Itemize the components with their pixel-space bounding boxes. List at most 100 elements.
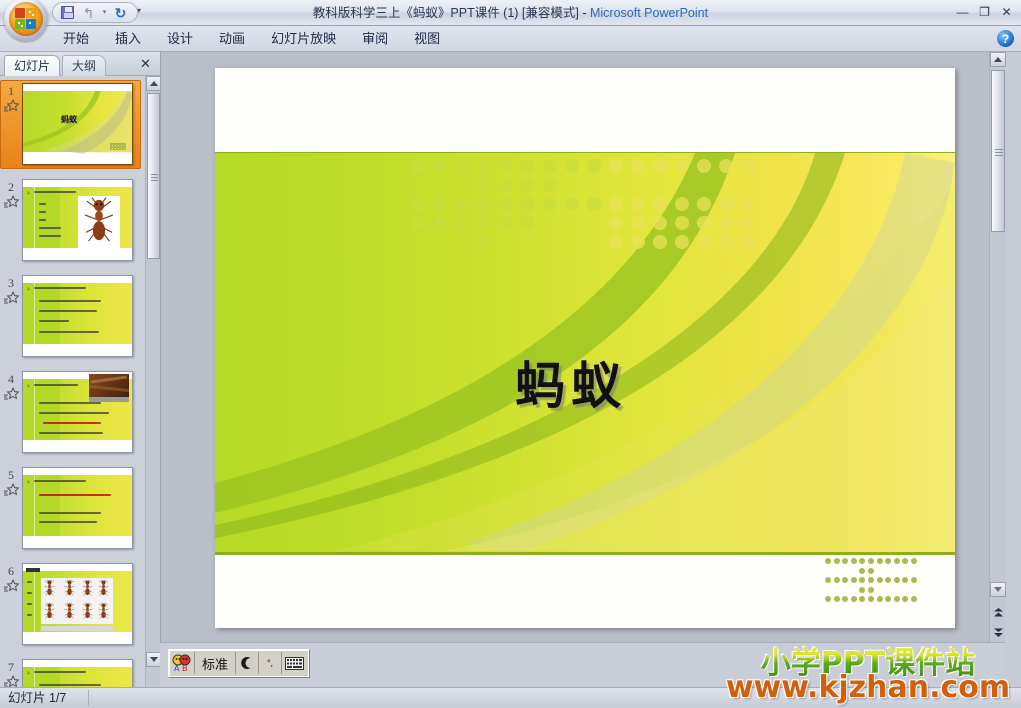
slide-thumbnail-1[interactable]: 1 蚂蚁 bbox=[0, 80, 145, 176]
ribbon-tab-1[interactable]: 插入 bbox=[102, 26, 154, 52]
save-icon bbox=[61, 6, 74, 19]
ime-logo-button[interactable]: A B bbox=[170, 651, 194, 675]
thumbnail-animation-icon bbox=[3, 98, 20, 113]
thumbnail-preview bbox=[22, 563, 133, 645]
thumbnail-animation-icon bbox=[3, 578, 20, 593]
ant-illustration bbox=[44, 602, 55, 619]
slide-thumbnail-3[interactable]: 3 1. bbox=[0, 272, 145, 368]
close-button[interactable]: ✕ bbox=[996, 3, 1017, 21]
thumbnail-number: 4 bbox=[8, 372, 14, 386]
window-title-document: 教科版科学三上《蚂蚁》PPT课件 (1) [兼容模式] bbox=[312, 6, 579, 20]
ribbon-tab-label: 设计 bbox=[167, 31, 194, 46]
window-title-separator: - bbox=[578, 6, 590, 20]
thumbnail-number: 6 bbox=[8, 564, 14, 578]
bottom-bar: A B 标准 °, bbox=[160, 642, 1005, 687]
redo-button[interactable]: ↻ bbox=[111, 4, 130, 21]
thumbnail-preview: 1. bbox=[22, 467, 133, 549]
thumbnail-preview: 1. bbox=[22, 179, 133, 261]
close-icon: ✕ bbox=[140, 55, 151, 71]
save-button[interactable] bbox=[58, 4, 77, 21]
ribbon-tab-label: 审阅 bbox=[362, 31, 389, 46]
punctuation-icon: °, bbox=[266, 658, 274, 668]
slide-stage: 蚂蚁 bbox=[161, 52, 990, 642]
ribbon-tab-3[interactable]: 动画 bbox=[206, 26, 258, 52]
ant-illustration bbox=[44, 579, 55, 596]
ant-illustration bbox=[82, 579, 93, 596]
thumbnail-number: 1 bbox=[8, 84, 14, 98]
ribbon-tab-6[interactable]: 视图 bbox=[401, 26, 453, 52]
slide-scrollbar-thumb[interactable] bbox=[991, 70, 1005, 232]
pane-tab-bar: 幻灯片 大纲 ✕ bbox=[0, 52, 160, 76]
ime-punctuation-button[interactable]: °, bbox=[259, 651, 281, 675]
window-controls: — ❐ ✕ bbox=[952, 3, 1017, 21]
ant-illustration bbox=[98, 602, 109, 619]
thumbnail-animation-icon bbox=[3, 674, 20, 687]
thumbnail-animation-icon bbox=[3, 386, 20, 401]
scroll-down-button[interactable] bbox=[146, 652, 161, 667]
quick-access-toolbar: ↰ ▾ ↻ bbox=[52, 2, 138, 23]
ime-language-bar[interactable]: A B 标准 °, bbox=[168, 649, 309, 677]
tab-slides[interactable]: 幻灯片 bbox=[4, 55, 61, 76]
ant-illustration bbox=[64, 602, 75, 619]
ant-illustration bbox=[98, 579, 109, 596]
thumbnail-preview: 蚂蚁 bbox=[22, 83, 133, 165]
next-slide-button[interactable] bbox=[990, 624, 1006, 640]
ribbon-tabs: 开始 插入 设计 动画 幻灯片放映 审阅 视图 bbox=[50, 26, 453, 52]
thumbnail-number: 2 bbox=[8, 180, 14, 194]
slide-editor-area: 蚂蚁 bbox=[160, 52, 1006, 687]
ime-logo-icon: A B bbox=[172, 654, 191, 672]
office-logo-icon bbox=[15, 8, 36, 29]
ribbon-tab-2[interactable]: 设计 bbox=[154, 26, 206, 52]
slide-corner-dot-decoration bbox=[825, 558, 917, 606]
slide-thumbnail-6[interactable]: 6 bbox=[0, 560, 145, 656]
slide-thumbnail-list[interactable]: 1 蚂蚁 2 1. 3 1. 4 1. 5 1. 6 7 1. bbox=[0, 76, 145, 687]
slide-thumbnail-2[interactable]: 2 1. bbox=[0, 176, 145, 272]
previous-slide-button[interactable] bbox=[990, 604, 1006, 620]
close-pane-button[interactable]: ✕ bbox=[137, 55, 154, 72]
restore-icon: ❐ bbox=[979, 5, 990, 19]
tab-outline[interactable]: 大纲 bbox=[62, 55, 107, 76]
ribbon-tab-4[interactable]: 幻灯片放映 bbox=[258, 26, 349, 52]
ime-mode-button[interactable]: 标准 bbox=[195, 651, 235, 675]
ime-keyboard-button[interactable] bbox=[282, 651, 306, 675]
slide-vertical-scrollbar[interactable] bbox=[989, 52, 1006, 687]
undo-dropdown[interactable]: ▾ bbox=[100, 4, 109, 21]
scroll-up-button[interactable] bbox=[146, 76, 161, 91]
thumbnail-preview: 1. bbox=[22, 275, 133, 357]
minimize-button[interactable]: — bbox=[952, 3, 973, 21]
customize-qat-button[interactable]: ▾ bbox=[137, 6, 141, 15]
current-slide[interactable]: 蚂蚁 bbox=[215, 68, 955, 628]
help-button[interactable]: ? bbox=[997, 30, 1014, 47]
chevron-down-icon: ▾ bbox=[102, 9, 107, 16]
slide-thumbnail-7[interactable]: 7 1. bbox=[0, 656, 145, 687]
svg-text:B: B bbox=[182, 664, 188, 672]
ribbon-tab-label: 动画 bbox=[219, 31, 246, 46]
slide-scroll-down-button[interactable] bbox=[990, 582, 1006, 597]
window-title-app: Microsoft PowerPoint bbox=[589, 6, 709, 20]
tab-slides-label: 幻灯片 bbox=[14, 59, 51, 73]
slide-title-text[interactable]: 蚂蚁 bbox=[515, 346, 627, 418]
slide-transition-star-icon bbox=[4, 578, 20, 592]
slide-thumbnail-5[interactable]: 5 1. bbox=[0, 464, 145, 560]
title-bar: 教科版科学三上《蚂蚁》PPT课件 (1) [兼容模式] - Microsoft … bbox=[0, 0, 1021, 41]
ime-shape-button[interactable] bbox=[236, 651, 258, 675]
status-divider bbox=[88, 690, 89, 706]
undo-button[interactable]: ↰ bbox=[79, 4, 98, 21]
double-triangle-up-icon bbox=[993, 607, 1003, 616]
window-title: 教科版科学三上《蚂蚁》PPT课件 (1) [兼容模式] - Microsoft … bbox=[0, 0, 1021, 26]
scrollbar-thumb[interactable] bbox=[147, 93, 160, 259]
ribbon-tab-label: 插入 bbox=[115, 31, 142, 46]
slide-scroll-up-button[interactable] bbox=[990, 52, 1006, 67]
thumbnail-animation-icon bbox=[3, 194, 20, 209]
ribbon-tab-0[interactable]: 开始 bbox=[50, 26, 102, 52]
minimize-icon: — bbox=[956, 5, 969, 19]
redo-icon: ↻ bbox=[114, 4, 127, 21]
ribbon-tab-5[interactable]: 审阅 bbox=[349, 26, 401, 52]
help-icon: ? bbox=[1001, 31, 1010, 46]
thumbnail-scrollbar[interactable] bbox=[145, 76, 161, 687]
triangle-down-icon bbox=[994, 587, 1002, 592]
slide-bottom-rule bbox=[215, 552, 955, 555]
slide-thumbnail-4[interactable]: 4 1. bbox=[0, 368, 145, 464]
restore-button[interactable]: ❐ bbox=[974, 3, 995, 21]
slide-transition-star-icon bbox=[4, 194, 20, 208]
